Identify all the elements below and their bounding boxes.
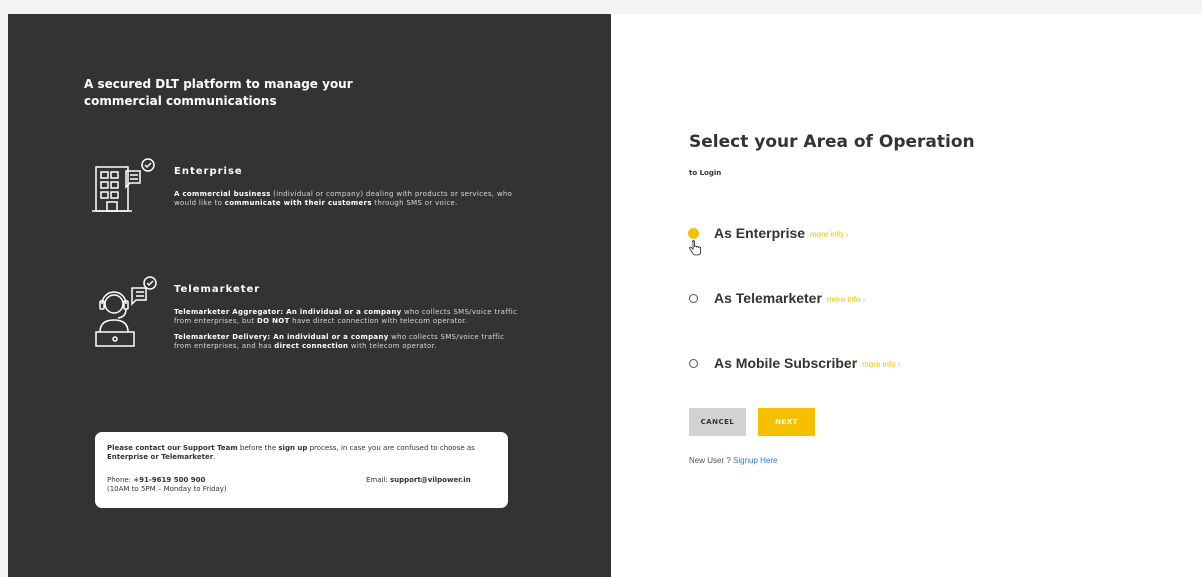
support-phone: Phone: +91-9619 500 900 (10AM to 5PM – M… [107, 476, 227, 493]
support-message: Please contact our Support Team before t… [107, 444, 475, 461]
support-info-box: Please contact our Support Team before t… [95, 432, 508, 508]
telemarketer-delivery-text: Telemarketer Delivery: An individual or … [174, 333, 505, 350]
signup-link[interactable]: Signup Here [733, 456, 777, 465]
signup-prompt: New User ? Signup Here [689, 456, 778, 465]
telemarketer-description: Telemarketer Aggregator: An individual o… [174, 308, 519, 358]
telemarketer-title: Telemarketer [174, 284, 261, 295]
login-panel: Select your Area of Operation to Login A… [611, 14, 1202, 577]
headset-agent-icon [95, 276, 157, 347]
next-button[interactable]: NEXT [758, 408, 815, 436]
chevron-right-icon: › [845, 230, 849, 239]
cancel-button[interactable]: CANCEL [689, 408, 746, 436]
more-info-mobile-subscriber[interactable]: more info › [862, 360, 900, 369]
more-info-enterprise[interactable]: more info › [810, 230, 848, 239]
hand-pointer-icon [689, 240, 701, 256]
enterprise-title: Enterprise [174, 166, 243, 177]
phone-number[interactable]: +91-9619 500 900 [133, 476, 205, 484]
telemarketer-aggregator-text: Telemarketer Aggregator: An individual o… [174, 308, 518, 325]
option-enterprise[interactable]: As Enterprise more info › [688, 225, 848, 241]
page-subtitle: to Login [689, 169, 722, 177]
platform-tagline: A secured DLT platform to manage your co… [84, 77, 353, 108]
radio-mobile-subscriber[interactable] [689, 358, 698, 368]
radio-telemarketer[interactable] [689, 293, 698, 303]
option-telemarketer[interactable]: As Telemarketer more info › [689, 290, 865, 306]
email-link[interactable]: support@vilpower.in [390, 476, 471, 484]
option-enterprise-label: As Enterprise [714, 225, 806, 241]
page-title: Select your Area of Operation [689, 132, 975, 152]
option-telemarketer-label: As Telemarketer [714, 290, 822, 306]
chevron-right-icon: › [862, 295, 866, 304]
support-email: Email: support@vilpower.in [366, 476, 471, 484]
more-info-telemarketer[interactable]: more info › [827, 295, 865, 304]
chevron-right-icon: › [897, 360, 901, 369]
building-chat-icon [92, 158, 155, 212]
option-mobile-subscriber-label: As Mobile Subscriber [714, 355, 858, 371]
option-mobile-subscriber[interactable]: As Mobile Subscriber more info › [689, 355, 900, 371]
support-hours: (10AM to 5PM – Monday to Friday) [107, 485, 227, 493]
enterprise-description: A commercial business (individual or com… [174, 190, 513, 207]
radio-enterprise[interactable] [688, 227, 699, 239]
info-panel: A secured DLT platform to manage your co… [8, 14, 611, 577]
